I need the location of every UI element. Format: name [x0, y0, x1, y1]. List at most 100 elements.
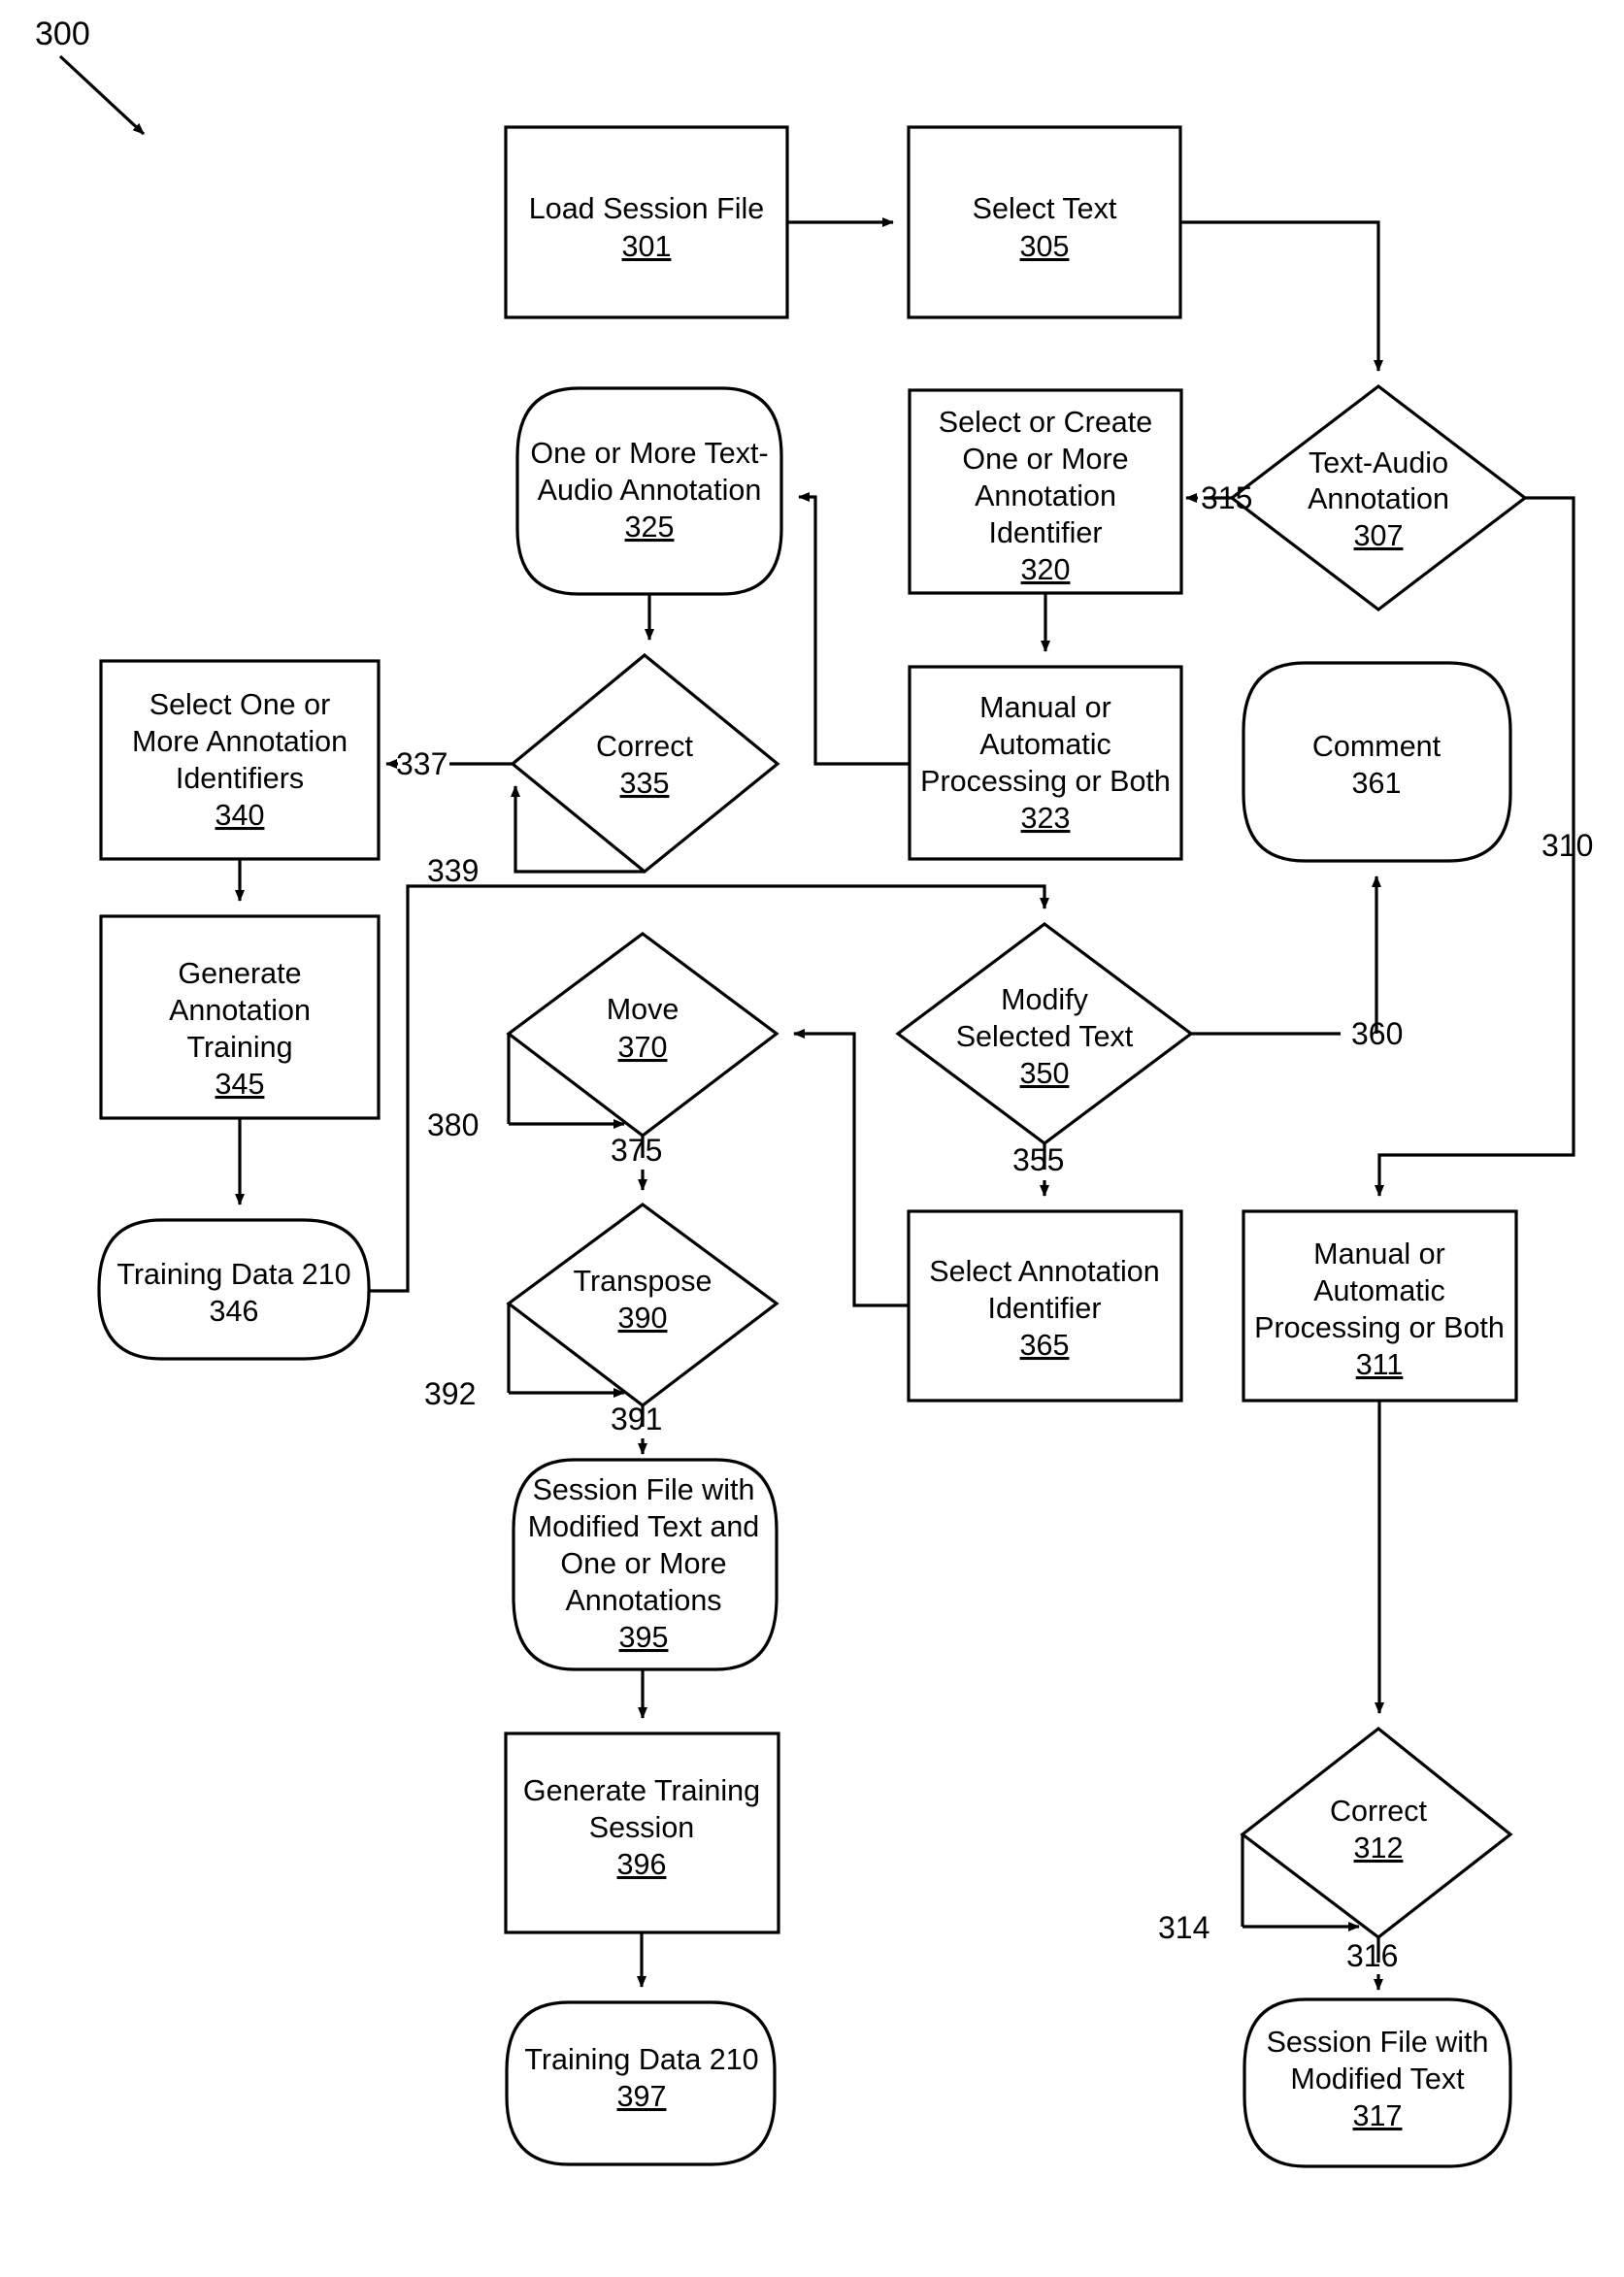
- node-350-label-line-0: Modify: [1001, 983, 1089, 1016]
- node-325-ref: 325: [625, 511, 675, 544]
- node-312-label-line-0: Correct: [1330, 1795, 1428, 1828]
- edge-label-339: 339: [427, 853, 479, 888]
- edge-323-to-325: [798, 492, 910, 766]
- node-396-label-line-1: Session: [589, 1811, 695, 1844]
- node-395-label-line-3: Annotations: [565, 1584, 721, 1617]
- edge-label-375: 375: [611, 1133, 662, 1168]
- node-323-label-line-1: Automatic: [979, 728, 1111, 761]
- node-395-label-line-0: Session File with: [533, 1473, 755, 1506]
- node-320-select-or-create-annotation-identifier[interactable]: Select or Create One or More Annotation …: [908, 388, 1183, 595]
- node-365-label-line-0: Select Annotation: [929, 1255, 1159, 1288]
- edge-label-337: 337: [396, 746, 447, 781]
- node-311-manual-automatic-processing[interactable]: Manual or Automatic Processing or Both 3…: [1242, 1209, 1518, 1402]
- edge-label-315: 315: [1201, 480, 1252, 515]
- node-340-ref: 340: [215, 799, 265, 832]
- node-340-label-line-2: Identifiers: [176, 762, 304, 795]
- node-312-ref: 312: [1354, 1832, 1404, 1864]
- node-361-comment[interactable]: Comment 361: [1242, 661, 1512, 863]
- node-335-diamond: [510, 652, 780, 874]
- node-323-manual-automatic-processing[interactable]: Manual or Automatic Processing or Both 3…: [908, 665, 1183, 861]
- node-325-label-line-1: Audio Annotation: [538, 474, 762, 507]
- node-396-generate-training-session[interactable]: Generate Training Session 396: [504, 1732, 780, 1934]
- node-395-session-file-modified-text-annotations[interactable]: Session File with Modified Text and One …: [512, 1458, 779, 1671]
- edge-label-380: 380: [427, 1107, 479, 1142]
- edge-label-392: 392: [424, 1376, 476, 1411]
- node-311-label-line-1: Automatic: [1313, 1274, 1445, 1307]
- node-340-label-line-1: More Annotation: [132, 725, 348, 758]
- node-301-ref: 301: [622, 230, 672, 263]
- node-305-ref: 305: [1020, 230, 1070, 263]
- node-317-label-line-1: Modified Text: [1290, 2062, 1465, 2096]
- node-317-label-line-0: Session File with: [1267, 2026, 1489, 2059]
- node-395-ref: 395: [619, 1621, 669, 1654]
- node-307-label-line-1: Annotation: [1308, 482, 1449, 515]
- edge-label-316: 316: [1346, 1938, 1398, 1973]
- edge-label-391: 391: [611, 1402, 662, 1436]
- node-335-label-line-0: Correct: [596, 730, 694, 763]
- node-345-label-line-0: Generate: [178, 957, 301, 990]
- node-345-ref: 345: [215, 1068, 265, 1101]
- node-390-transpose-decision[interactable]: Transpose 390: [506, 1203, 779, 1408]
- node-301-load-session-file[interactable]: Load Session File 301: [504, 125, 789, 319]
- edge-label-310: 310: [1541, 828, 1593, 863]
- node-320-label-line-3: Identifier: [989, 516, 1103, 549]
- node-345-label-line-1: Annotation: [169, 994, 311, 1027]
- node-323-label-line-0: Manual or: [979, 691, 1111, 724]
- edge-365-to-370: [793, 1029, 909, 1307]
- node-320-label-line-2: Annotation: [975, 479, 1116, 512]
- node-305-select-text[interactable]: Select Text 305: [907, 125, 1182, 319]
- node-346-ref: 346: [210, 1295, 259, 1328]
- node-335-ref: 335: [620, 767, 670, 800]
- node-396-ref: 396: [617, 1848, 667, 1881]
- node-395-label-line-1: Modified Text and: [528, 1510, 760, 1543]
- node-323-label-line-2: Processing or Both: [920, 765, 1171, 798]
- node-307-text-audio-annotation-decision[interactable]: Text-Audio Annotation 307: [1229, 383, 1528, 612]
- node-365-select-annotation-identifier[interactable]: Select Annotation Identifier 365: [907, 1209, 1183, 1402]
- node-320-label-line-1: One or More: [962, 443, 1128, 476]
- node-395-label-line-2: One or More: [560, 1547, 726, 1580]
- node-311-label-line-0: Manual or: [1313, 1238, 1445, 1270]
- node-320-label-line-0: Select or Create: [939, 406, 1152, 439]
- node-307-label-line-0: Text-Audio: [1309, 446, 1448, 479]
- figure-number-label: 300: [35, 16, 90, 52]
- node-312-correct-decision[interactable]: Correct 312: [1240, 1726, 1513, 1940]
- node-305-label-line-0: Select Text: [973, 192, 1117, 225]
- node-346-training-data[interactable]: Training Data 210 346: [97, 1218, 371, 1361]
- node-311-ref: 311: [1356, 1348, 1404, 1381]
- node-325-text-audio-annotation-data[interactable]: One or More Text- Audio Annotation 325: [515, 386, 783, 596]
- node-323-ref: 323: [1021, 802, 1071, 835]
- edge-label-314: 314: [1158, 1910, 1210, 1945]
- figure-leader-line: [58, 54, 146, 136]
- node-325-label-line-0: One or More Text-: [530, 437, 768, 470]
- node-370-move-decision[interactable]: Move 370: [506, 932, 779, 1138]
- node-397-ref: 397: [617, 2080, 667, 2113]
- edge-305-to-307: [1180, 220, 1383, 372]
- node-317-ref: 317: [1353, 2099, 1403, 2132]
- node-350-ref: 350: [1020, 1057, 1070, 1090]
- node-397-label-line-0: Training Data 210: [524, 2043, 758, 2076]
- node-307-ref: 307: [1354, 519, 1404, 552]
- node-396-label-line-0: Generate Training: [523, 1774, 760, 1807]
- node-390-label-line-0: Transpose: [574, 1265, 713, 1298]
- node-370-ref: 370: [618, 1031, 668, 1064]
- node-340-label-line-0: Select One or: [149, 688, 331, 721]
- node-317-session-file-modified-text[interactable]: Session File with Modified Text 317: [1243, 1997, 1512, 2168]
- node-345-generate-annotation-training[interactable]: Generate Annotation Training 345: [99, 914, 381, 1120]
- node-365-label-line-1: Identifier: [988, 1292, 1102, 1325]
- node-350-label-line-1: Selected Text: [956, 1020, 1134, 1053]
- node-340-select-annotation-identifiers[interactable]: Select One or More Annotation Identifier…: [99, 659, 381, 861]
- node-361-ref: 361: [1352, 767, 1402, 800]
- edge-label-360: 360: [1351, 1016, 1403, 1051]
- node-361-label-line-0: Comment: [1312, 730, 1442, 763]
- figure-number-callout: 300: [35, 16, 146, 136]
- node-311-label-line-2: Processing or Both: [1254, 1311, 1505, 1344]
- edge-label-355: 355: [1012, 1142, 1064, 1177]
- node-345-label-line-2: Training: [186, 1031, 292, 1064]
- node-397-training-data[interactable]: Training Data 210 397: [505, 2000, 777, 2166]
- node-346-label-line-0: Training Data 210: [116, 1258, 350, 1291]
- node-335-correct-decision[interactable]: Correct 335: [510, 652, 780, 874]
- node-350-modify-selected-text-decision[interactable]: Modify Selected Text 350: [895, 922, 1194, 1145]
- node-365-ref: 365: [1020, 1329, 1070, 1362]
- node-390-ref: 390: [618, 1302, 668, 1335]
- figure-canvas: 300 Load Session File 301 Select Text 30…: [0, 0, 1624, 2277]
